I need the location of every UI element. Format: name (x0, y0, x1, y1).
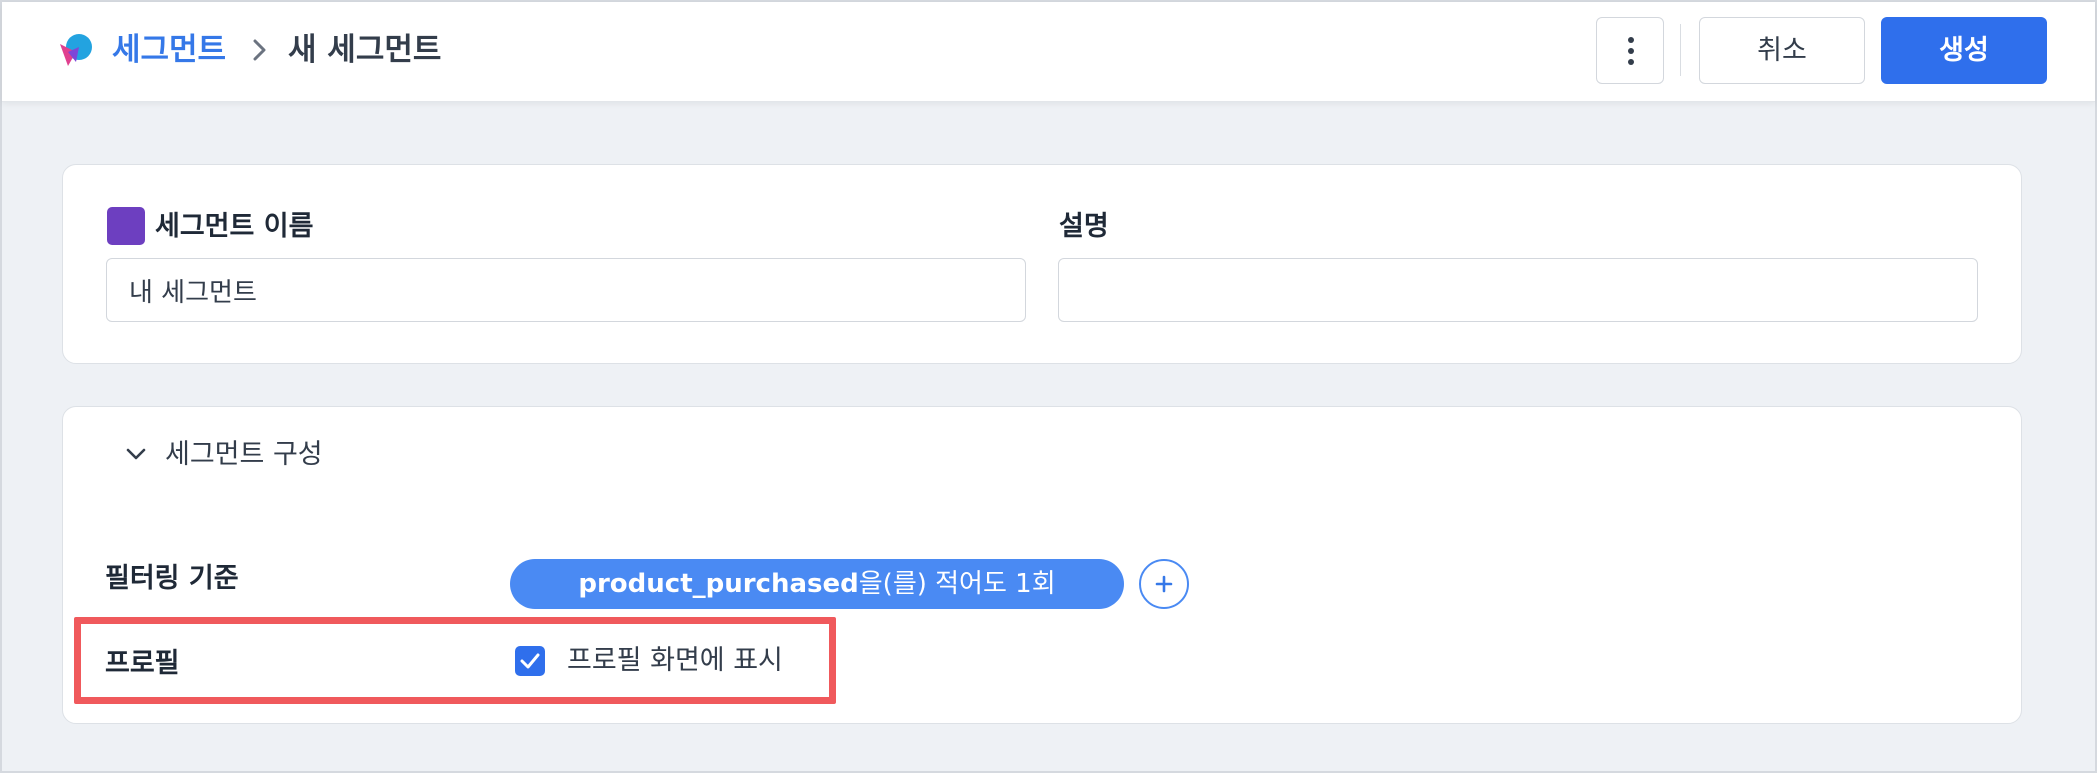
filter-condition-chip[interactable]: product_purchased을(를) 적어도 1회 (510, 559, 1124, 609)
chevron-down-icon[interactable] (125, 443, 147, 465)
segment-color-picker[interactable] (107, 207, 145, 245)
segment-info-card: 세그먼트 이름 설명 (62, 164, 2022, 364)
chevron-right-icon (253, 39, 266, 61)
header-divider (1680, 24, 1681, 76)
more-options-button[interactable] (1596, 17, 1664, 84)
create-button[interactable]: 생성 (1881, 17, 2047, 84)
more-vertical-icon (1628, 37, 1634, 65)
segment-name-input[interactable] (106, 258, 1026, 322)
app-frame: 세그먼트 새 세그먼트 취소 생성 세그먼트 이름 설명 세그먼트 구성 필터링… (0, 0, 2097, 773)
app-logo-icon (60, 34, 92, 66)
profile-label: 프로필 (105, 648, 180, 679)
segment-name-label: 세그먼트 이름 (155, 211, 314, 242)
add-filter-button[interactable] (1139, 559, 1189, 609)
cancel-button[interactable]: 취소 (1699, 17, 1865, 84)
description-input[interactable] (1058, 258, 1978, 322)
breadcrumb-segments-link[interactable]: 세그먼트 (112, 28, 226, 72)
filter-condition-text: 을(를) 적어도 1회 (858, 569, 1056, 599)
filter-event-name: product_purchased (578, 569, 859, 599)
page-title: 새 세그먼트 (288, 32, 442, 68)
segment-config-section-toggle[interactable]: 세그먼트 구성 (165, 435, 323, 475)
show-in-profile-checkbox[interactable] (515, 646, 545, 676)
segment-config-card: 세그먼트 구성 필터링 기준 product_purchased을(를) 적어도… (62, 406, 2022, 724)
checkmark-icon (520, 653, 540, 669)
filter-label: 필터링 기준 (105, 563, 239, 594)
plus-icon (1155, 575, 1173, 593)
show-in-profile-label[interactable]: 프로필 화면에 표시 (567, 641, 783, 681)
description-label: 설명 (1059, 211, 1109, 242)
top-bar: 세그먼트 새 세그먼트 취소 생성 (2, 2, 2095, 102)
